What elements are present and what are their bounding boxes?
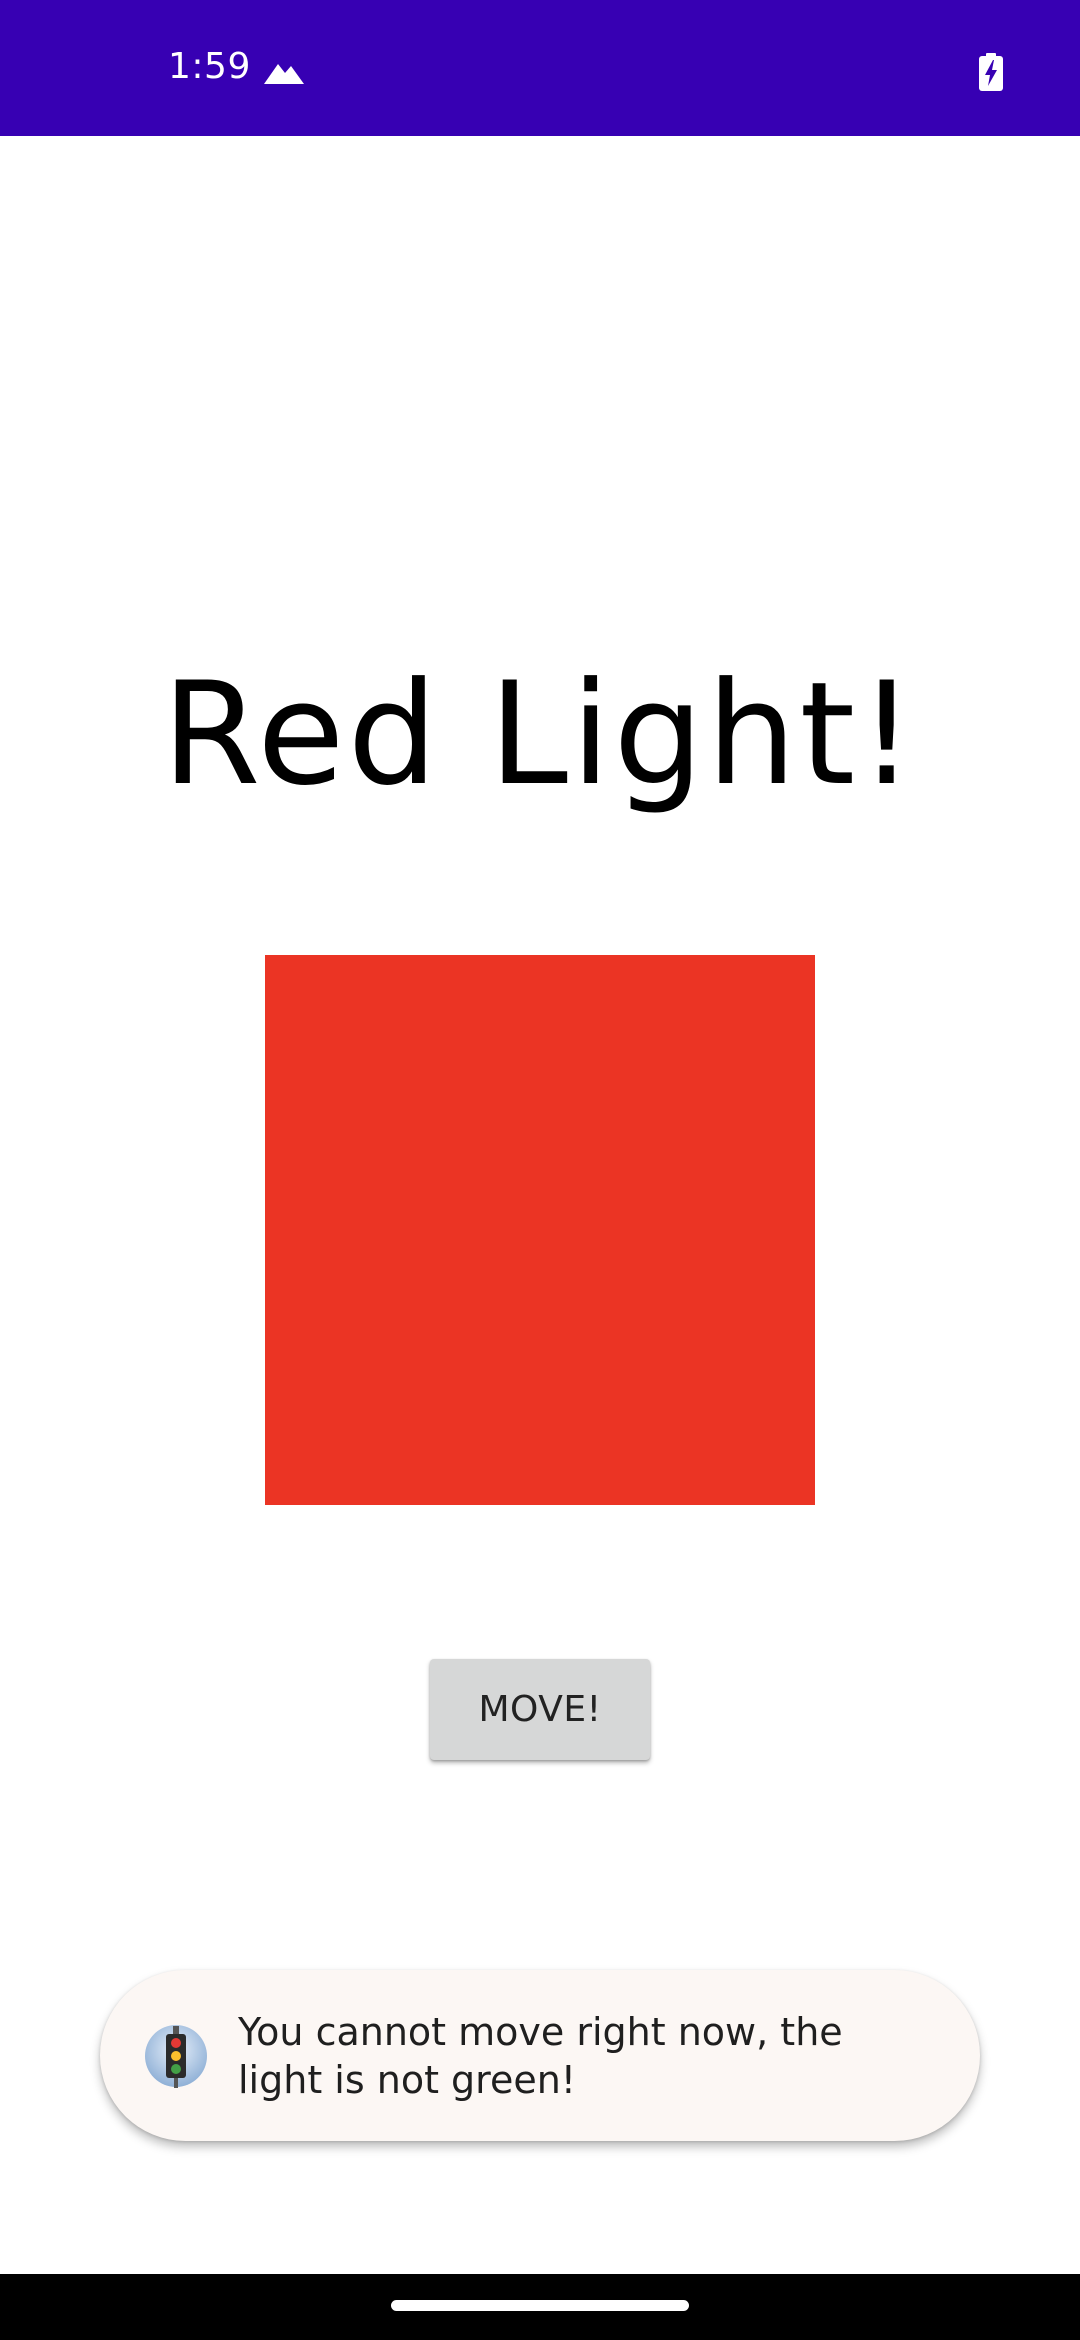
- status-bar: 1:59: [0, 0, 1080, 136]
- app-screen: 1:59 Red Light! MOVE! You cannot move ri…: [0, 0, 1080, 2340]
- toast-notification: You cannot move right now, the light is …: [100, 1970, 980, 2141]
- status-time: 1:59: [168, 46, 251, 87]
- navigation-bar: [0, 2274, 1080, 2340]
- traffic-light-indicator: [265, 955, 815, 1505]
- toast-message: You cannot move right now, the light is …: [238, 2010, 843, 2102]
- move-button[interactable]: MOVE!: [430, 1659, 650, 1760]
- mountain-icon: [264, 64, 304, 84]
- light-status-title: Red Light!: [161, 652, 919, 817]
- traffic-light-icon: [145, 2025, 207, 2088]
- home-handle[interactable]: [391, 2300, 689, 2311]
- battery-charging-icon: [979, 53, 1003, 91]
